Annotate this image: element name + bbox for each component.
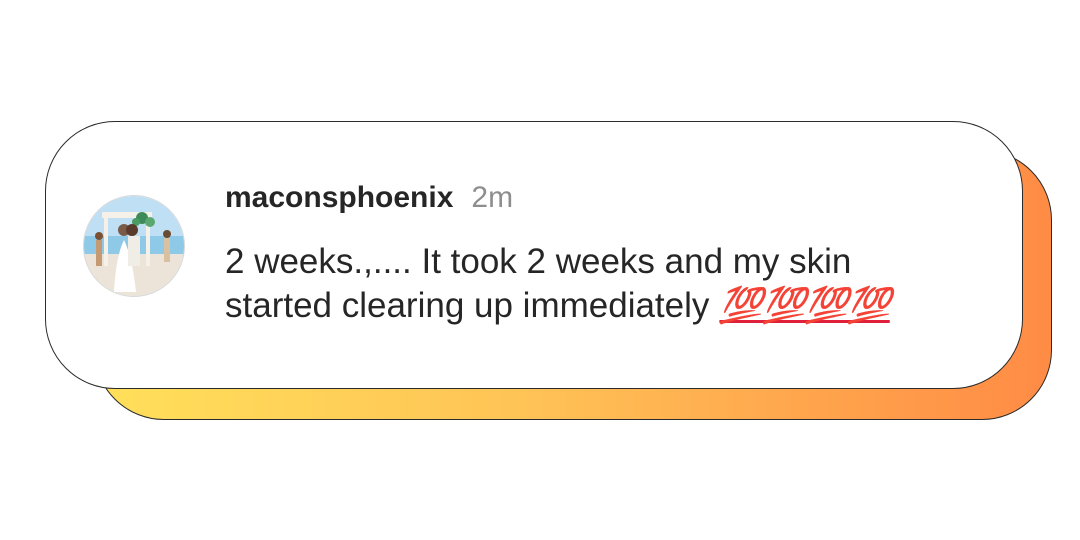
username[interactable]: maconsphoenix [225,181,453,214]
comment-text-line-1: 2 weeks.,.... It took 2 weeks and my ski… [225,242,852,281]
comment-body: 2 weeks.,.... It took 2 weeks and my ski… [225,240,1005,328]
hundred-points-emoji-icon: 💯💯💯💯 [719,286,890,325]
comment-text-line-2-text: started clearing up immediately [225,286,710,325]
timestamp: 2m [471,181,514,214]
comment-text-line-2: started clearing up immediately 💯💯💯💯 [225,284,1005,328]
wedding-photo-icon [84,196,184,296]
user-avatar[interactable] [83,195,185,297]
comment-header: maconsphoenix 2m [225,178,513,218]
